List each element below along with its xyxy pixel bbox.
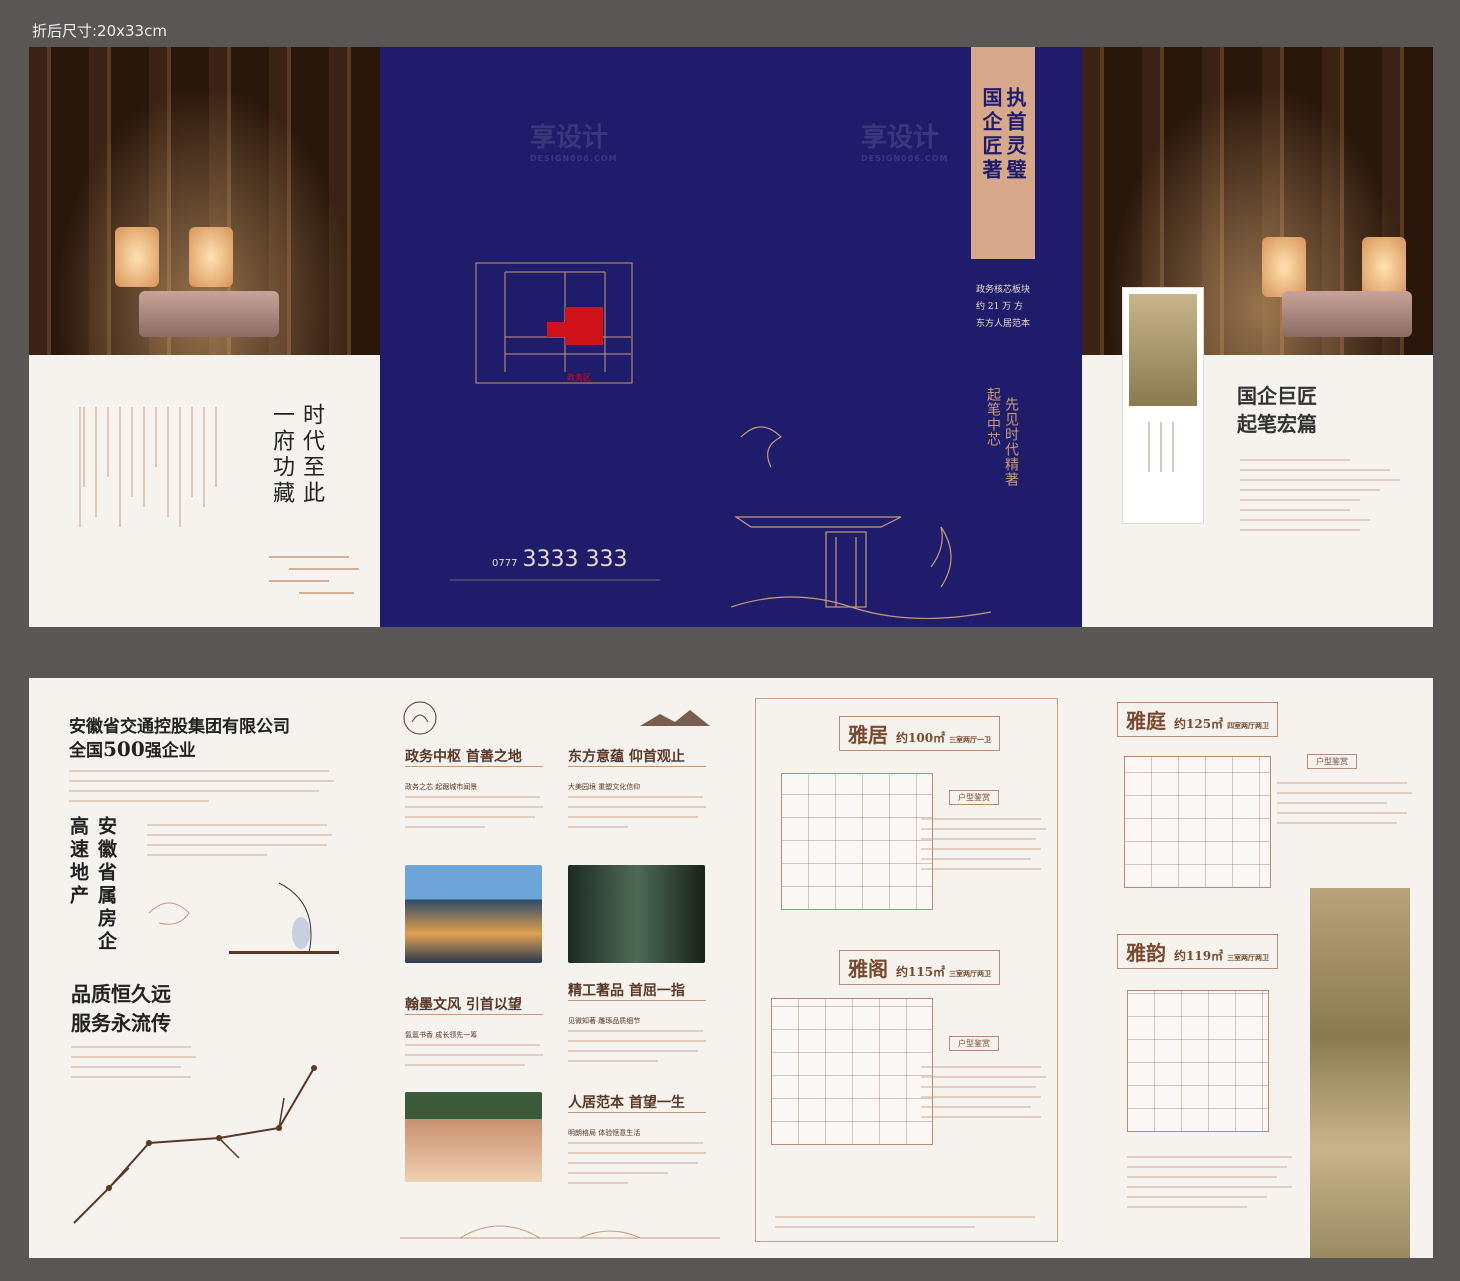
company-body-text [147, 824, 337, 864]
panel-front-cover: 执首灵璧 国企匠著 政务核芯板块 约 21 万 方 东方人居范本 先见时代精著 … [731, 47, 1082, 627]
panel-fold-in: 国企巨匠 起笔宏篇 [1082, 47, 1433, 627]
section-title-5: 人居范本 首望一生 [568, 1095, 685, 1111]
project-network-map [73, 1065, 317, 1224]
section-sub-2: 大美园境 重塑文化信仰 [568, 783, 641, 791]
unit-title-1: 雅居 约100㎡ 三室两厅一卫 [839, 716, 1001, 751]
interior-photo [29, 47, 380, 355]
landscape-scroll-painting [1310, 888, 1410, 1258]
unit-tag-1: 户型鉴赏 [949, 790, 999, 805]
classroom-photo [405, 1092, 542, 1182]
section-title-2: 东方意蕴 仰首观止 [568, 749, 685, 765]
building-line-art [731, 426, 992, 620]
unit-tag-2: 户型鉴赏 [949, 1036, 999, 1051]
floor-plan-4 [1127, 990, 1269, 1132]
unit-title-2: 雅阁 约115㎡ 三室两厅两卫 [839, 950, 1001, 985]
fold-title: 国企巨匠 起笔宏篇 [1237, 384, 1317, 436]
company-vertical-1: 安徽省属房企 [95, 816, 117, 954]
unit-title-3: 雅庭 约125㎡ 四室两厅两卫 [1117, 702, 1279, 737]
garden-rock-photo [568, 865, 705, 963]
section-sub-5: 明朗格局 体验惬意生活 [568, 1129, 641, 1137]
section-title-4: 精工著品 首屈一指 [568, 983, 685, 999]
section-title-1: 政务中枢 首善之地 [405, 749, 522, 765]
watermark: 享设计 DESIGN006.COM [530, 123, 618, 163]
floor-plan-2 [771, 998, 933, 1145]
hotline-block: 0777 3333 333 [492, 547, 628, 572]
cloud-ornament-icon [269, 556, 359, 594]
fold-size-label: 折后尺寸:20x33cm [32, 22, 167, 40]
unit-tag-3: 户型鉴赏 [1307, 754, 1357, 769]
section-sub-3: 氤氲书香 成长领先一筹 [405, 1031, 478, 1039]
tagline-line-1: 时代至此 [299, 403, 324, 507]
panel-back-cover: 政务区 0777 3333 333 享设计 DESIGN006.COM [380, 47, 731, 627]
mountain-ornament-icon [640, 710, 710, 726]
cover-title-line-2: 国企匠著 [979, 87, 1003, 183]
section-title-3: 翰墨文风 引首以望 [405, 997, 522, 1013]
unit-title-4: 雅韵 约119㎡ 三室两厅两卫 [1117, 934, 1279, 969]
brochure-outside: 一府功藏 时代至此 政务区 0777 3333 333 享设计 DESIGN00… [29, 47, 1433, 627]
company-slogan: 品质恒久远 服务永流传 [71, 982, 171, 1035]
company-rank: 全国500强企业 [69, 737, 196, 761]
brochure-inside: 安徽省交通控股集团有限公司 全国500强企业 安徽省属房企 高速地产 品质恒久远… [29, 678, 1433, 1258]
section-sub-1: 政务之芯 起踞城市闻景 [405, 783, 478, 791]
panel-floor-plans-1: 雅居 约100㎡ 三室两厅一卫 户型鉴赏 雅阁 约115㎡ 三室两厅两卫 户型鉴赏 [731, 678, 1082, 1258]
panel-company-intro: 安徽省交通控股集团有限公司 全国500强企业 安徽省属房企 高速地产 品质恒久远… [29, 678, 380, 1258]
city-interchange-photo [405, 865, 542, 963]
title-banner: 执首灵璧 国企匠著 [971, 47, 1035, 259]
panel-floor-plans-2: 雅庭 约125㎡ 四室两厅两卫 户型鉴赏 雅韵 约119㎡ 三室两厅两卫 [1082, 678, 1433, 1258]
scroll-painting-card [1122, 287, 1204, 524]
floor-plan-1 [781, 773, 933, 910]
floor-plan-3 [1124, 756, 1271, 888]
company-intro-text [69, 770, 339, 810]
body-text-columns [83, 407, 217, 527]
location-map: 政务区 [475, 262, 633, 384]
vase-ornament-icon [148, 882, 339, 954]
cover-subtext: 政务核芯板块 约 21 万 方 东方人居范本 [976, 285, 1031, 329]
hotline-number: 3333 333 [522, 547, 628, 572]
company-vertical-2: 高速地产 [67, 816, 89, 908]
panel-location: 政务中枢 首善之地 政务之芯 起踞城市闻景 东方意蕴 仰首观止 大美园境 重塑文… [380, 678, 731, 1258]
fold-body-text [1240, 459, 1410, 539]
company-name: 安徽省交通控股集团有限公司 [69, 717, 290, 737]
project-logo-icon [403, 701, 437, 735]
section-sub-4: 见微知著 雕琢品质细节 [568, 1017, 641, 1025]
panel-interior-photo-left: 一府功藏 时代至此 [29, 47, 380, 627]
hotline-prefix: 0777 [492, 558, 518, 569]
bridge-line-ornament-icon [400, 1225, 720, 1239]
map-label: 政务区 [567, 372, 591, 382]
tagline-line-2: 一府功藏 [269, 403, 294, 507]
